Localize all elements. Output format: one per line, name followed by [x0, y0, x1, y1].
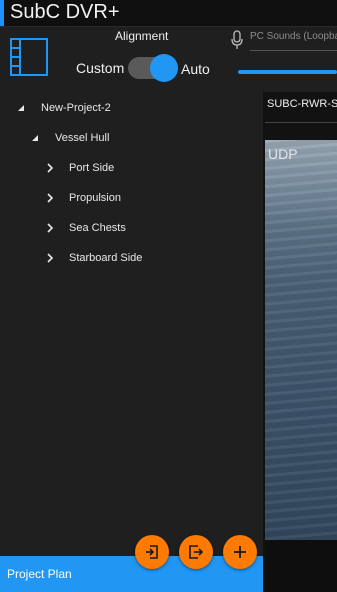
import-icon [146, 545, 158, 559]
collapse-icon [18, 105, 24, 111]
title-accent [0, 0, 4, 26]
film-strip-icon [10, 38, 48, 76]
auto-label: Auto [181, 61, 210, 77]
tree-item-label: Starboard Side [69, 252, 143, 264]
video-texture [265, 140, 337, 540]
import-button[interactable] [135, 535, 169, 569]
tree-item-propulsion[interactable]: Propulsion [45, 189, 245, 209]
custom-label: Custom [76, 60, 125, 76]
project-plan-label: Project Plan [7, 567, 72, 581]
collapse-icon [32, 135, 38, 141]
tree-item-label: Sea Chests [69, 222, 126, 234]
audio-source-underline [250, 50, 337, 51]
export-button[interactable] [179, 535, 213, 569]
header-divider [265, 122, 337, 123]
film-strip-button[interactable] [10, 38, 48, 76]
tree-item-label: Vessel Hull [55, 132, 110, 144]
tree-item-label: Port Side [69, 162, 115, 174]
alignment-toggle[interactable] [128, 54, 178, 82]
tree-item-vessel-hull[interactable]: Vessel Hull [31, 129, 231, 149]
chevron-right-icon [47, 193, 54, 203]
tree-item-new-project[interactable]: New-Project-2 [17, 99, 217, 119]
video-overlay-text: UDP [268, 146, 298, 162]
project-plan-bar[interactable]: Project Plan [0, 556, 263, 592]
add-icon [234, 546, 246, 558]
audio-level-bar [238, 70, 337, 74]
tree-item-port-side[interactable]: Port Side [45, 159, 245, 179]
export-icon [189, 545, 204, 559]
video-feed[interactable]: UDP [265, 140, 337, 540]
tree-item-label: Propulsion [69, 192, 121, 204]
audio-source-select[interactable]: PC Sounds (Loopbac [250, 31, 337, 49]
audio-source-text: PC Sounds (Loopbac [250, 31, 337, 42]
chevron-right-icon [47, 223, 54, 233]
camera-name: SUBC-RWR-SI [267, 98, 337, 110]
app-title: SubC DVR+ [10, 1, 120, 23]
tree-item-starboard-side[interactable]: Starboard Side [45, 249, 245, 269]
video-footer [265, 540, 337, 592]
tree-item-label: New-Project-2 [41, 102, 111, 114]
add-button[interactable] [223, 535, 257, 569]
chevron-right-icon [47, 163, 54, 173]
microphone-icon [231, 30, 243, 49]
chevron-right-icon [47, 253, 54, 263]
video-header: SUBC-RWR-SI [265, 92, 337, 140]
tree-item-sea-chests[interactable]: Sea Chests [45, 219, 245, 239]
title-bar: SubC DVR+ [0, 0, 337, 27]
toggle-knob [150, 54, 178, 82]
alignment-label: Alignment [115, 29, 169, 43]
